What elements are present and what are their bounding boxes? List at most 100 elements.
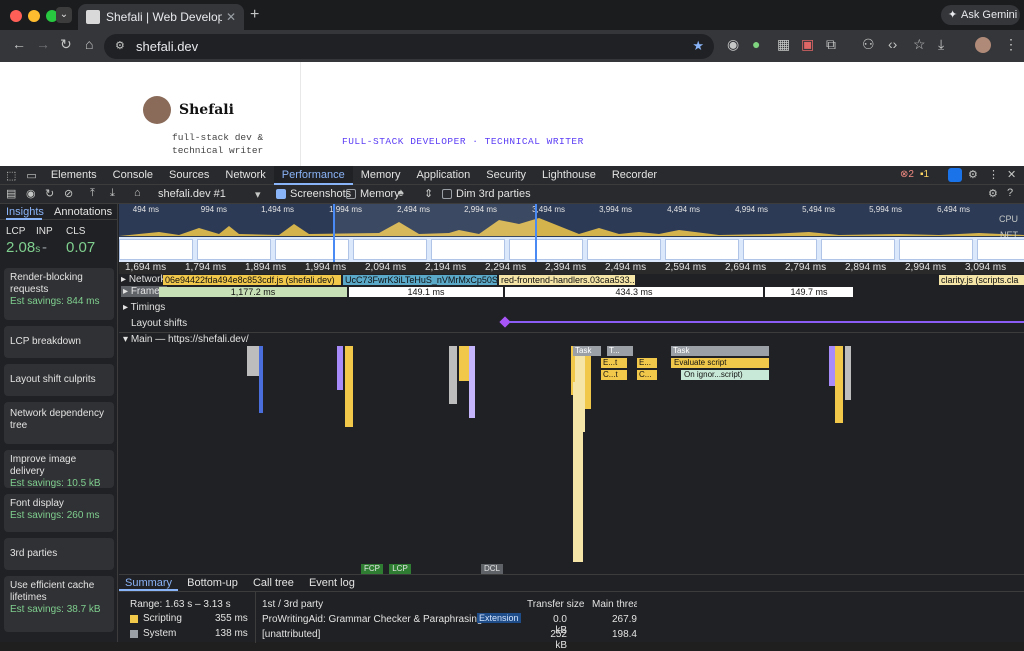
breadcrumb-collapse-icon[interactable]: ⇕ (424, 187, 433, 200)
extension-cursor-icon[interactable]: ● (752, 36, 760, 52)
deep-call-stack[interactable] (573, 382, 583, 562)
chevron-down-icon[interactable]: ▾ (255, 188, 261, 201)
profile-avatar[interactable] (975, 37, 991, 53)
performance-timeline[interactable]: 494 ms 994 ms 1,494 ms 1,994 ms 2,494 ms 2,99… (119, 204, 1024, 574)
screenshot-thumbnail[interactable] (509, 239, 583, 260)
screenshot-thumbnail[interactable] (977, 239, 1024, 260)
tab-elements[interactable]: Elements (43, 166, 105, 185)
flame-stack[interactable] (845, 346, 851, 400)
home-recording-icon[interactable]: ⌂ (134, 187, 141, 199)
fcp-marker[interactable]: FCP (361, 564, 383, 574)
ai-assistant-icon[interactable] (948, 168, 962, 182)
devtools-code-icon[interactable]: ‹› (888, 36, 897, 52)
tab-security[interactable]: Security (478, 166, 534, 185)
tab-summary[interactable]: Summary (119, 575, 179, 591)
error-count[interactable]: ⊗2 (900, 169, 914, 180)
more-options-icon[interactable]: ⋮ (988, 168, 999, 181)
download-icon[interactable]: ⤓ (938, 36, 944, 53)
tab-call-tree[interactable]: Call tree (247, 575, 300, 591)
tab-recorder[interactable]: Recorder (604, 166, 665, 185)
insight-render-blocking[interactable]: Render-blocking requests Est savings: 844… (4, 268, 114, 320)
dim-3rd-parties-checkbox[interactable] (442, 189, 452, 199)
capture-settings-icon[interactable]: ⚙ (988, 187, 998, 200)
network-request[interactable]: UcC73FwrK3iLTeHuS_nVMrMxCp50SiI... (343, 275, 497, 285)
memory-checkbox[interactable] (346, 189, 356, 199)
timeline-overview[interactable]: 494 ms 994 ms 1,494 ms 1,994 ms 2,494 ms 2,99… (119, 204, 1024, 262)
task-block[interactable]: Task (573, 346, 601, 356)
table-row[interactable]: [unattributed] 252 kB 198.4 (259, 627, 637, 651)
network-request[interactable]: 06e94422fda494e8c853cdf.js (shefali.dev) (163, 275, 341, 285)
recording-select[interactable]: shefali.dev #1 (158, 188, 226, 200)
device-toolbar-icon[interactable]: ▭ (22, 169, 42, 182)
tab-bottom-up[interactable]: Bottom-up (181, 575, 244, 591)
browser-tab[interactable]: Shefali | Web Developer ~ She ✕ (78, 4, 244, 30)
insight-font-display[interactable]: Font display Est savings: 260 ms (4, 494, 114, 532)
reload-icon[interactable]: ↻ (60, 36, 72, 53)
insight-cache-lifetimes[interactable]: Use efficient cache lifetimes Est savings… (4, 576, 114, 632)
network-request[interactable]: red-frontend-handlers.03caa533... (499, 275, 635, 285)
close-window-button[interactable] (10, 10, 22, 22)
record-icon[interactable]: ◉ (26, 187, 36, 200)
settings-gear-icon[interactable]: ⚙ (968, 168, 978, 181)
lcp-marker[interactable]: LCP (389, 564, 411, 574)
home-icon[interactable]: ⌂ (85, 36, 93, 52)
frame-bar[interactable]: 149.1 ms (349, 287, 503, 297)
screenshot-thumbnail[interactable] (743, 239, 817, 260)
tab-insights[interactable]: Insights (6, 206, 44, 218)
compile-block[interactable]: C...t (601, 370, 627, 380)
frame-bar[interactable]: 149.7 ms (765, 287, 853, 297)
upload-icon[interactable]: ⤒ (90, 187, 95, 200)
tab-lighthouse[interactable]: Lighthouse (534, 166, 604, 185)
screenshot-thumbnail[interactable] (275, 239, 349, 260)
bookmark-star-icon[interactable]: ★ (692, 38, 704, 54)
tab-sources[interactable]: Sources (161, 166, 217, 185)
lcp-value[interactable]: 2.08s (6, 239, 40, 256)
task-block[interactable]: T... (607, 346, 633, 356)
evaluate-script-block[interactable]: E...t (601, 358, 627, 368)
flame-stack[interactable] (449, 346, 457, 404)
compile-block[interactable]: C... (637, 370, 657, 380)
extension-pdf-icon[interactable]: ▣ (801, 36, 814, 53)
flame-stack[interactable] (259, 346, 263, 413)
screenshot-thumbnail[interactable] (431, 239, 505, 260)
tab-memory[interactable]: Memory (353, 166, 409, 185)
inp-value[interactable]: - (42, 239, 47, 256)
help-icon[interactable]: ? (1007, 187, 1013, 199)
forward-icon[interactable]: → (36, 36, 50, 52)
download-profile-icon[interactable]: ⤓ (110, 187, 115, 200)
flame-stack[interactable] (835, 346, 843, 423)
screenshot-thumbnail[interactable] (821, 239, 895, 260)
screenshot-thumbnail[interactable] (587, 239, 661, 260)
inspect-element-icon[interactable]: ⬚ (0, 169, 22, 182)
flame-stack[interactable] (345, 346, 353, 427)
screenshot-thumbnail[interactable] (353, 239, 427, 260)
tab-search-icon[interactable]: ⌄ (56, 7, 72, 23)
tab-application[interactable]: Application (408, 166, 478, 185)
address-bar[interactable]: ⚙ shefali.dev ★ (104, 34, 714, 59)
new-tab-button[interactable]: + (250, 6, 259, 24)
ask-gemini-button[interactable]: ✦ Ask Gemini (941, 5, 1020, 25)
reload-record-icon[interactable]: ↻ (45, 187, 54, 200)
task-block[interactable]: Task (671, 346, 769, 356)
tab-console[interactable]: Console (105, 166, 161, 185)
range-handle-right[interactable] (535, 204, 537, 262)
screenshot-thumbnail[interactable] (665, 239, 739, 260)
insight-lcp-breakdown[interactable]: LCP breakdown (4, 326, 114, 358)
back-icon[interactable]: ← (12, 36, 26, 52)
minimize-window-button[interactable] (28, 10, 40, 22)
screenshots-checkbox[interactable] (276, 189, 286, 199)
site-name[interactable]: Shefali (179, 102, 234, 118)
layout-shifts-track[interactable]: Layout shifts (131, 318, 187, 329)
network-track[interactable]: ▸ Network 06e94422fda494e8c853cdf.js (sh… (119, 274, 1024, 286)
insight-3rd-parties[interactable]: 3rd parties (4, 538, 114, 570)
gc-broom-icon[interactable]: ♠ (398, 187, 404, 199)
network-request[interactable]: clarity.js (scripts.cla (939, 275, 1024, 285)
frame-bar[interactable]: 1,177.2 ms (159, 287, 347, 297)
extension-grid-icon[interactable]: ▦ (777, 36, 790, 53)
tab-annotations[interactable]: Annotations (54, 206, 112, 218)
frame-bar[interactable]: 434.3 ms (505, 287, 763, 297)
site-info-icon[interactable]: ⚙ (115, 39, 125, 52)
insight-image-delivery[interactable]: Improve image delivery Est savings: 10.5 … (4, 450, 114, 489)
tab-event-log[interactable]: Event log (303, 575, 361, 591)
browser-menu-icon[interactable]: ⋮ (1004, 36, 1018, 53)
